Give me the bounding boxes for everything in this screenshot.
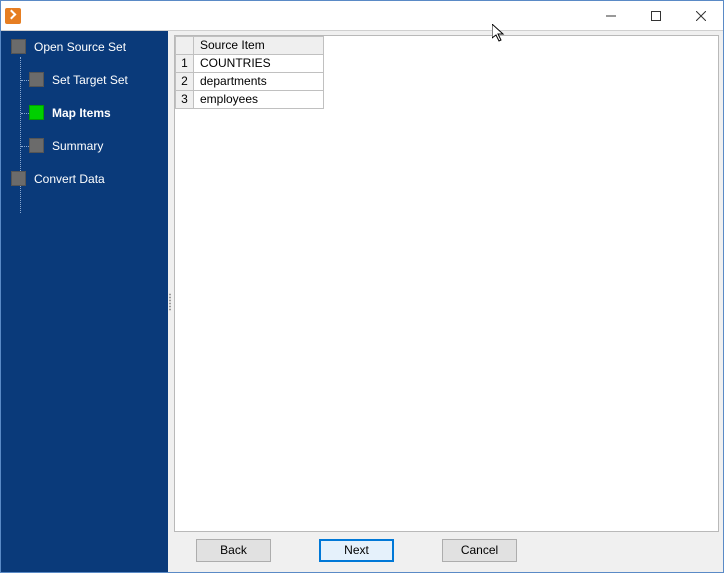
step-label: Map Items xyxy=(52,106,111,120)
step-label: Set Target Set xyxy=(52,73,128,87)
step-box-icon xyxy=(29,105,44,120)
row-number: 3 xyxy=(176,91,194,109)
step-box-icon xyxy=(29,138,44,153)
step-label: Open Source Set xyxy=(34,40,126,54)
main-panel: Source Item 1 COUNTRIES 2 departments 3 … xyxy=(174,31,723,572)
close-button[interactable] xyxy=(678,1,723,30)
title-bar xyxy=(1,1,723,31)
wizard-step-summary[interactable]: Summary xyxy=(29,138,168,153)
source-items-table[interactable]: Source Item 1 COUNTRIES 2 departments 3 … xyxy=(175,36,324,109)
step-box-icon xyxy=(11,171,26,186)
app-icon xyxy=(5,8,21,24)
minimize-button[interactable] xyxy=(588,1,633,30)
step-box-icon xyxy=(29,72,44,87)
source-item-cell[interactable]: departments xyxy=(194,73,324,91)
wizard-step-open-source-set[interactable]: Open Source Set xyxy=(11,39,168,54)
cancel-button[interactable]: Cancel xyxy=(442,539,517,562)
source-item-cell[interactable]: employees xyxy=(194,91,324,109)
content-area: Open Source Set Set Target Set Map Items… xyxy=(1,31,723,572)
step-label: Convert Data xyxy=(34,172,105,186)
row-number: 2 xyxy=(176,73,194,91)
table-corner xyxy=(176,37,194,55)
wizard-step-map-items[interactable]: Map Items xyxy=(29,105,168,120)
wizard-step-convert-data[interactable]: Convert Data xyxy=(11,171,168,186)
wizard-step-set-target-set[interactable]: Set Target Set xyxy=(29,72,168,87)
next-button[interactable]: Next xyxy=(319,539,394,562)
back-button[interactable]: Back xyxy=(196,539,271,562)
wizard-footer: Back Next Cancel xyxy=(174,532,719,568)
row-number: 1 xyxy=(176,55,194,73)
table-column-header[interactable]: Source Item xyxy=(194,37,324,55)
table-row[interactable]: 1 COUNTRIES xyxy=(176,55,324,73)
table-row[interactable]: 3 employees xyxy=(176,91,324,109)
step-label: Summary xyxy=(52,139,103,153)
wizard-sidebar: Open Source Set Set Target Set Map Items… xyxy=(1,31,168,572)
source-items-table-area: Source Item 1 COUNTRIES 2 departments 3 … xyxy=(174,35,719,532)
table-row[interactable]: 2 departments xyxy=(176,73,324,91)
step-box-icon xyxy=(11,39,26,54)
maximize-button[interactable] xyxy=(633,1,678,30)
source-item-cell[interactable]: COUNTRIES xyxy=(194,55,324,73)
